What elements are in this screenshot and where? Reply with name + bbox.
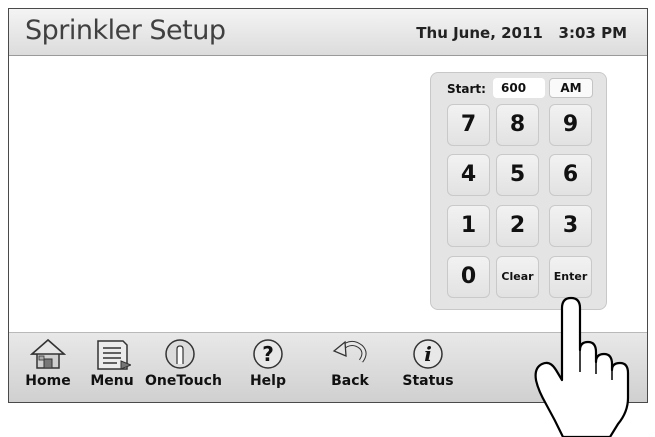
nav-onetouch[interactable]: OneTouch [145,337,222,397]
key-7[interactable]: 7 [447,104,490,146]
nav-back-label: Back [331,373,369,389]
onetouch-icon [165,339,195,369]
header-bar: Sprinkler Setup Thu June, 2011 3:03 PM [9,9,647,56]
enter-button[interactable]: Enter [549,256,592,298]
nav-menu-label: Menu [90,373,134,389]
key-1[interactable]: 1 [447,205,490,247]
key-4[interactable]: 4 [447,154,490,196]
key-6[interactable]: 6 [549,154,592,196]
start-time-input[interactable]: 600 [493,78,545,98]
page-title: Sprinkler Setup [25,15,226,46]
nav-menu[interactable]: Menu [77,337,147,397]
nav-help[interactable]: ? Help [233,337,303,397]
help-icon: ? [253,339,283,369]
nav-home-label: Home [25,373,71,389]
key-9[interactable]: 9 [549,104,592,146]
menu-icon [97,340,131,370]
bottom-nav-bar: Home Menu OneTouch ? Help Back i Status [9,332,647,402]
clear-button[interactable]: Clear [496,256,539,298]
nav-help-label: Help [249,373,287,389]
key-2[interactable]: 2 [496,205,539,247]
nav-status[interactable]: i Status [393,337,463,397]
am-pm-toggle[interactable]: AM [549,78,593,98]
key-0[interactable]: 0 [447,256,490,298]
numeric-keypad: Start: 600 AM 7 8 9 4 5 6 1 2 3 0 Clear … [430,72,607,310]
key-8[interactable]: 8 [496,104,539,146]
date-time: Thu June, 2011 3:03 PM [416,24,627,42]
status-icon: i [413,339,443,369]
nav-onetouch-label: OneTouch [145,373,222,389]
svg-text:i: i [424,342,432,366]
nav-status-label: Status [402,373,454,389]
time-text: 3:03 PM [558,24,627,42]
nav-home[interactable]: Home [13,337,83,397]
date-text: Thu June, 2011 [416,24,543,42]
home-icon [30,339,66,369]
sprinkler-screen: Sprinkler Setup Thu June, 2011 3:03 PM S… [8,8,648,403]
key-3[interactable]: 3 [549,205,592,247]
key-5[interactable]: 5 [496,154,539,196]
start-label: Start: [447,82,486,96]
nav-back[interactable]: Back [315,337,385,397]
back-icon [332,340,367,363]
svg-text:?: ? [262,342,274,366]
